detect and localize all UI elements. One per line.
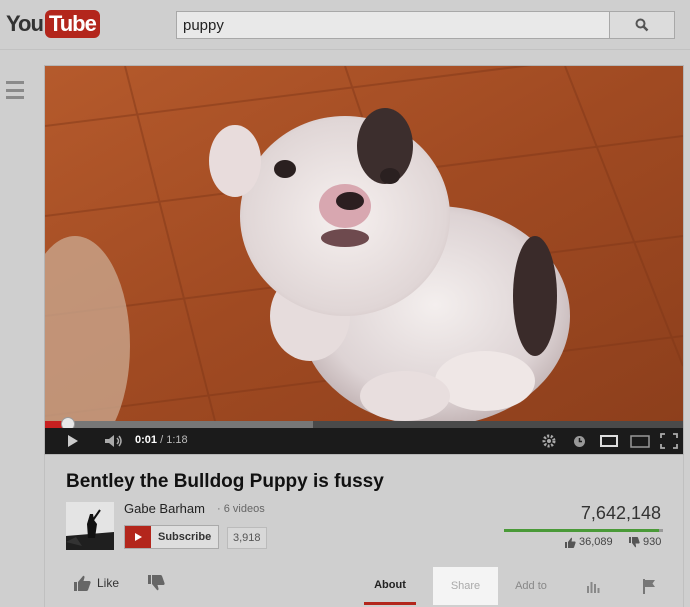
like-ratio-bar	[504, 529, 663, 532]
dislike-count-value: 930	[643, 536, 662, 548]
puppy-video-image	[45, 66, 683, 421]
youtube-logo[interactable]: You Tube	[6, 9, 100, 39]
like-count-value: 36,089	[579, 536, 613, 548]
guide-menu-icon[interactable]	[6, 81, 24, 99]
video-info-panel: Bentley the Bulldog Puppy is fussy Gabe …	[44, 455, 684, 607]
youtube-play-icon	[125, 526, 151, 548]
small-player-icon[interactable]	[599, 433, 619, 449]
time-display: 0:01 / 1:18	[135, 434, 188, 446]
like-label: Like	[97, 576, 120, 590]
tab-stats[interactable]	[580, 567, 606, 605]
thumbs-up-icon	[74, 575, 91, 591]
dislike-count: 930	[629, 536, 661, 548]
subscribe-label: Subscribe	[158, 531, 212, 543]
bar-chart-icon	[587, 581, 600, 593]
tab-about[interactable]: About	[364, 567, 416, 605]
like-count: 36,089	[565, 536, 613, 548]
thumbs-up-icon	[565, 537, 576, 548]
fullscreen-icon[interactable]	[659, 433, 679, 449]
video-player[interactable]: 0:01 / 1:18	[44, 65, 684, 455]
search-icon	[635, 18, 649, 32]
masthead: You Tube puppy	[0, 0, 690, 50]
current-time: 0:01	[135, 434, 158, 446]
channel-avatar[interactable]	[66, 502, 114, 550]
subscribe-button[interactable]: Subscribe	[124, 525, 220, 549]
dislike-ratio-fill	[659, 529, 663, 532]
volume-icon[interactable]	[103, 433, 125, 449]
search-button[interactable]	[609, 11, 675, 39]
thumbs-down-icon	[629, 536, 640, 547]
dislike-button[interactable]	[148, 575, 165, 596]
play-icon[interactable]	[65, 433, 81, 449]
settings-gear-icon[interactable]	[540, 433, 558, 449]
action-bar: Like About Share Add to	[45, 567, 683, 607]
watch-later-icon[interactable]	[571, 433, 587, 449]
progress-bar[interactable]	[45, 421, 683, 428]
progress-buffered	[45, 421, 313, 428]
video-title: Bentley the Bulldog Puppy is fussy	[66, 471, 384, 492]
duration: / 1:18	[160, 434, 188, 446]
video-frame[interactable]	[45, 66, 683, 421]
tab-report[interactable]	[638, 567, 660, 605]
flag-icon	[643, 578, 655, 594]
logo-you-text: You	[6, 11, 44, 36]
large-player-icon[interactable]	[629, 433, 651, 449]
view-count: 7,642,148	[580, 503, 661, 523]
like-button[interactable]: Like	[74, 575, 119, 591]
search-input[interactable]: puppy	[176, 11, 610, 39]
tab-add-to[interactable]: Add to	[503, 567, 559, 605]
tab-share[interactable]: Share	[433, 567, 498, 605]
logo-tube-text: Tube	[44, 10, 100, 38]
player-controls: 0:01 / 1:18	[45, 428, 683, 454]
thumbs-down-icon	[148, 575, 165, 591]
channel-video-count[interactable]: · 6 videos	[217, 503, 265, 515]
subscriber-count: 3,918	[227, 527, 267, 549]
channel-name-link[interactable]: Gabe Barham	[124, 501, 205, 516]
